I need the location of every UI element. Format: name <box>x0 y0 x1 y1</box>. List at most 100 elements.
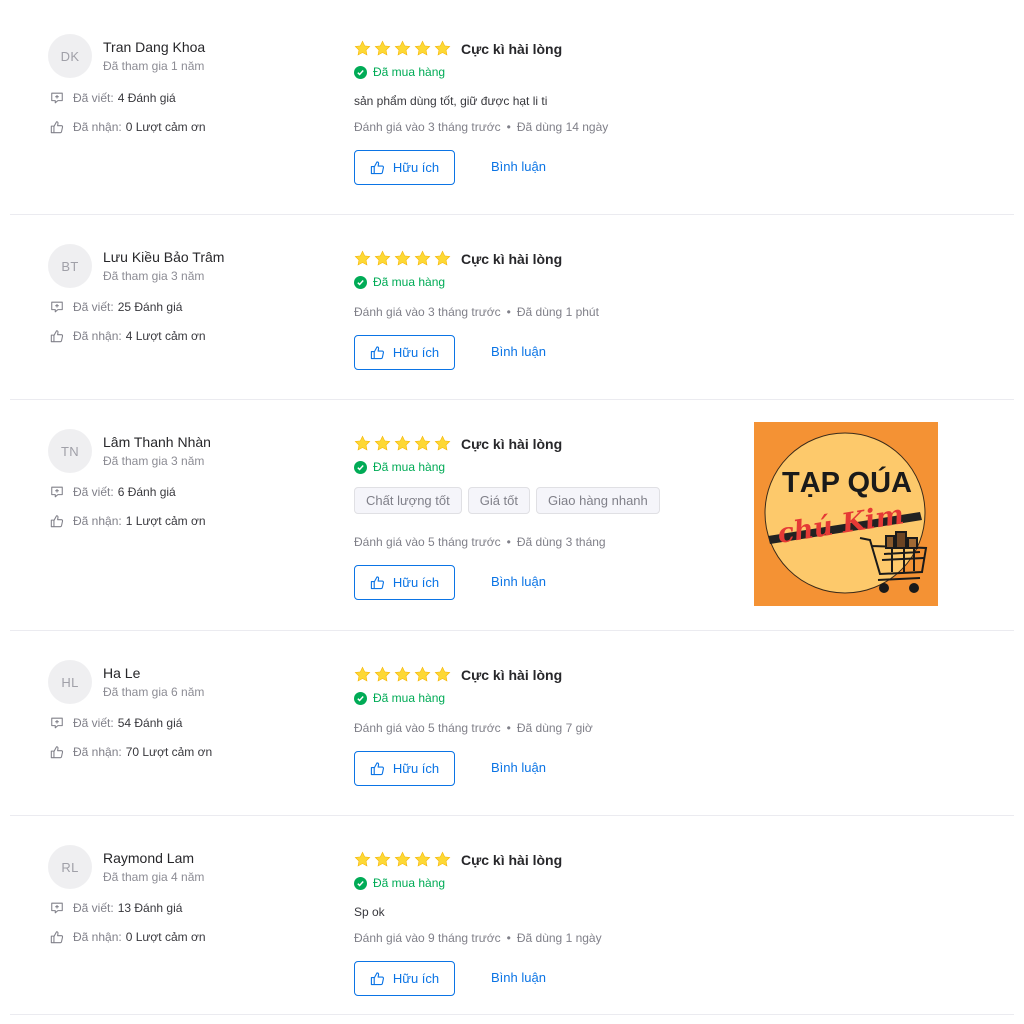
thumbs-up-icon <box>370 762 384 776</box>
joined-text: Đã tham gia 1 năm <box>103 59 205 73</box>
helpful-button[interactable]: Hữu ích <box>354 565 455 600</box>
received-label: Đã nhận: <box>73 745 122 759</box>
star-icon <box>434 40 451 56</box>
rating-row: Cực kì hài lòng <box>354 851 562 868</box>
reviewer-name: Ha Le <box>103 665 141 681</box>
review-meta: Đánh giá vào 3 tháng trước • Đã dùng 1 phú… <box>354 305 599 319</box>
star-icon <box>434 435 451 451</box>
review-text: sản phẩm dùng tốt, giữ được hạt li ti <box>354 94 548 108</box>
star-icon <box>414 250 431 266</box>
review-item: BT Lưu Kiều Bảo Trâm Đã tham gia 3 năm Đ… <box>10 244 1014 400</box>
joined-text: Đã tham gia 3 năm <box>103 454 205 468</box>
bought-label: Đã mua hàng <box>373 691 446 705</box>
avatar: DK <box>48 34 92 78</box>
joined-text: Đã tham gia 6 năm <box>103 685 205 699</box>
star-rating <box>354 40 454 57</box>
comment-icon <box>51 92 63 104</box>
rating-row: Cực kì hài lòng <box>354 666 562 683</box>
review-tag: Giao hàng nhanh <box>536 487 660 514</box>
bought-badge: Đã mua hàng <box>354 65 445 79</box>
written-label: Đã viết: <box>73 716 114 730</box>
star-icon <box>414 40 431 56</box>
comment-button[interactable]: Bình luận <box>491 159 546 174</box>
star-icon <box>434 250 451 266</box>
used-for: Đã dùng 7 giờ <box>516 721 593 735</box>
comment-icon <box>51 717 63 729</box>
bought-badge: Đã mua hàng <box>354 691 445 705</box>
star-icon <box>354 250 371 266</box>
review-meta: Đánh giá vào 5 tháng trước • Đã dùng 7 giờ <box>354 721 593 735</box>
star-rating <box>354 666 454 683</box>
used-for: Đã dùng 3 tháng <box>516 535 606 549</box>
written-label: Đã viết: <box>73 300 114 314</box>
helpful-label: Hữu ích <box>392 971 440 986</box>
star-icon <box>374 666 391 682</box>
review-meta: Đánh giá vào 9 tháng trước • Đã dùng 1 ngà… <box>354 931 602 945</box>
star-icon <box>394 40 411 56</box>
received-count: 0 Lượt cảm ơn <box>125 120 206 134</box>
helpful-label: Hữu ích <box>392 345 440 360</box>
bought-label: Đã mua hàng <box>373 876 446 890</box>
helpful-label: Hữu ích <box>392 761 440 776</box>
thumbs-up-icon <box>50 330 64 343</box>
used-for: Đã dùng 1 phút <box>516 305 599 319</box>
written-count: 13 Đánh giá <box>117 901 183 915</box>
avatar: BT <box>48 244 92 288</box>
reviewed-ago: Đánh giá vào 5 tháng trước <box>354 535 501 549</box>
written-count: 54 Đánh giá <box>117 716 183 730</box>
check-circle-icon <box>354 691 367 705</box>
written-stat: Đã viết: 54 Đánh giá <box>50 716 182 730</box>
received-stat: Đã nhận: 70 Lượt cảm ơn <box>50 745 212 759</box>
helpful-button[interactable]: Hữu ích <box>354 150 455 185</box>
bought-badge: Đã mua hàng <box>354 876 445 890</box>
avatar: RL <box>48 845 92 889</box>
comment-button[interactable]: Bình luận <box>491 970 546 985</box>
reviewed-ago: Đánh giá vào 3 tháng trước <box>354 120 501 134</box>
helpful-button[interactable]: Hữu ích <box>354 961 455 996</box>
star-icon <box>394 435 411 451</box>
star-icon <box>414 666 431 682</box>
star-icon <box>434 666 451 682</box>
star-rating <box>354 435 454 452</box>
written-count: 6 Đánh giá <box>117 485 176 499</box>
received-count: 1 Lượt cảm ơn <box>125 514 206 528</box>
check-circle-icon <box>354 876 367 890</box>
helpful-button[interactable]: Hữu ích <box>354 751 455 786</box>
rating-title: Cực kì hài lòng <box>461 250 563 267</box>
rating-title: Cực kì hài lòng <box>461 851 563 868</box>
comment-button[interactable]: Bình luận <box>491 344 546 359</box>
received-label: Đã nhận: <box>73 329 122 343</box>
review-meta: Đánh giá vào 5 tháng trước • Đã dùng 3 thá… <box>354 535 606 549</box>
star-icon <box>354 851 371 867</box>
written-stat: Đã viết: 25 Đánh giá <box>50 300 182 314</box>
comment-icon <box>51 301 63 313</box>
star-icon <box>394 250 411 266</box>
check-circle-icon <box>354 275 367 289</box>
thumbs-up-icon <box>50 121 64 134</box>
rating-title: Cực kì hài lòng <box>461 40 563 57</box>
logo-line1: TẠP QÚA <box>782 465 912 499</box>
comment-icon <box>51 486 63 498</box>
helpful-label: Hữu ích <box>392 575 440 590</box>
rating-title: Cực kì hài lòng <box>461 435 563 452</box>
star-icon <box>374 851 391 867</box>
review-tag: Giá tốt <box>467 487 531 514</box>
received-stat: Đã nhận: 0 Lượt cảm ơn <box>50 930 206 944</box>
comment-button[interactable]: Bình luận <box>491 574 546 589</box>
thumbs-up-icon <box>50 746 64 759</box>
received-label: Đã nhận: <box>73 930 122 944</box>
star-icon <box>354 666 371 682</box>
written-count: 25 Đánh giá <box>117 300 183 314</box>
helpful-button[interactable]: Hữu ích <box>354 335 455 370</box>
review-photo[interactable]: TẠP QÚA chú Kim <box>754 422 938 606</box>
comment-button[interactable]: Bình luận <box>491 760 546 775</box>
reviewer-name: Lưu Kiều Bảo Trâm <box>103 249 225 265</box>
rating-row: Cực kì hài lòng <box>354 435 562 452</box>
check-circle-icon <box>354 65 367 79</box>
thumbs-up-icon <box>370 346 384 360</box>
star-rating <box>354 851 454 868</box>
thumbs-up-icon <box>370 161 384 175</box>
received-stat: Đã nhận: 4 Lượt cảm ơn <box>50 329 206 343</box>
bought-label: Đã mua hàng <box>373 65 446 79</box>
thumbs-up-icon <box>50 931 64 944</box>
